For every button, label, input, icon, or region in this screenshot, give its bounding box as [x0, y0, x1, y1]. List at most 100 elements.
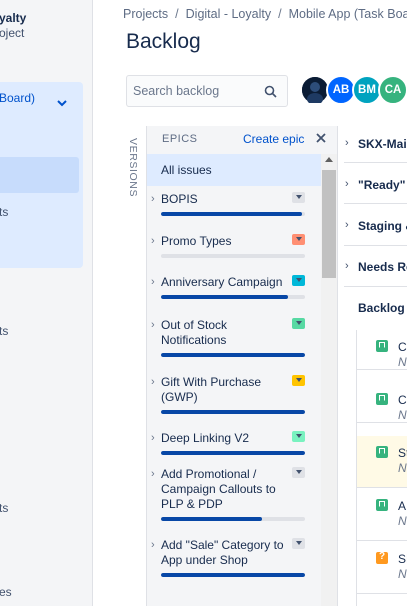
epic-progress-fill: [161, 410, 305, 414]
epic-menu-dropdown[interactable]: [292, 431, 305, 442]
divider: [344, 245, 407, 246]
search-input[interactable]: [127, 76, 267, 106]
epic-menu-dropdown[interactable]: [292, 318, 305, 329]
issue-epic: N: [398, 355, 407, 369]
table-row[interactable]: A N: [357, 489, 407, 541]
sidebar-item-label[interactable]: ts: [0, 324, 8, 338]
epic-item[interactable]: › Add "Sale" Category to App under Shop: [147, 538, 321, 582]
project-type: oject: [0, 26, 25, 40]
epic-name[interactable]: Deep Linking V2: [161, 431, 285, 446]
question-icon: [376, 551, 388, 564]
epics-header: EPICS Create epic: [147, 126, 337, 154]
sidebar-item-label[interactable]: ts: [0, 501, 8, 515]
sprint-name[interactable]: "Ready": [358, 178, 405, 192]
chevron-right-icon[interactable]: ›: [151, 539, 155, 551]
epic-menu-dropdown[interactable]: [292, 467, 305, 478]
chevron-right-icon[interactable]: ›: [345, 178, 349, 190]
epic-name[interactable]: Gift With Purchase (GWP): [161, 375, 285, 405]
epic-name[interactable]: Anniversary Campaign: [161, 275, 285, 290]
search-icon[interactable]: [264, 85, 277, 98]
breadcrumb-projects[interactable]: Projects: [123, 7, 168, 21]
epic-menu-dropdown[interactable]: [292, 538, 305, 549]
sprint-name[interactable]: Needs Re: [358, 260, 407, 274]
epic-item[interactable]: › Deep Linking V2: [147, 431, 321, 460]
epic-item[interactable]: › Out of Stock Notifications: [147, 318, 321, 362]
epic-menu-dropdown[interactable]: [292, 275, 305, 286]
scroll-up-arrow-icon[interactable]: [325, 157, 333, 162]
chevron-right-icon[interactable]: ›: [345, 137, 349, 149]
chevron-right-icon[interactable]: ›: [151, 276, 155, 288]
epic-progress-bar: [161, 410, 305, 414]
issue-summary[interactable]: St: [398, 446, 407, 460]
breadcrumb-project[interactable]: Digital - Loyalty: [186, 7, 271, 21]
sidebar-item-backlog[interactable]: [0, 157, 79, 193]
versions-tab[interactable]: VERSIONS: [127, 138, 141, 198]
chevron-right-icon[interactable]: ›: [151, 319, 155, 331]
chevron-down-icon[interactable]: [55, 96, 69, 110]
chevron-right-icon[interactable]: ›: [151, 432, 155, 444]
divider: [344, 203, 407, 204]
close-icon[interactable]: [315, 132, 327, 144]
table-row[interactable]: C N: [357, 330, 407, 370]
epic-progress-bar: [161, 573, 305, 577]
epic-name[interactable]: Add Promotional / Campaign Callouts to P…: [161, 467, 285, 512]
backlog-issue-list: C N C N St N A N SF N: [356, 330, 407, 606]
chevron-right-icon[interactable]: ›: [151, 235, 155, 247]
epic-item[interactable]: › Add Promotional / Campaign Callouts to …: [147, 467, 321, 526]
table-row[interactable]: SF N: [357, 542, 407, 594]
epic-progress-bar: [161, 254, 305, 258]
issue-summary[interactable]: C: [398, 393, 407, 407]
epic-progress-fill: [161, 451, 305, 455]
epic-progress-fill: [161, 295, 288, 299]
epic-item[interactable]: › BOPIS: [147, 192, 321, 221]
issue-summary[interactable]: C: [398, 340, 407, 354]
sidebar-item-label[interactable]: es: [0, 585, 12, 599]
divider: [344, 286, 407, 287]
epic-name[interactable]: BOPIS: [161, 192, 285, 207]
breadcrumb-board[interactable]: Mobile App (Task Board): [289, 7, 407, 21]
chevron-right-icon[interactable]: ›: [151, 468, 155, 480]
epic-name[interactable]: Add "Sale" Category to App under Shop: [161, 538, 285, 568]
avatar[interactable]: CA: [378, 75, 407, 105]
epic-item[interactable]: › Anniversary Campaign: [147, 275, 321, 304]
epic-progress-bar: [161, 451, 305, 455]
search-box: [126, 75, 288, 107]
chevron-right-icon[interactable]: ›: [345, 260, 349, 272]
chevron-right-icon[interactable]: ›: [151, 376, 155, 388]
backlog-section-title: Backlog: [358, 301, 405, 315]
table-row[interactable]: C N: [357, 383, 407, 423]
epics-list: All issues › BOPIS › Promo Types › Anniversar…: [147, 154, 321, 606]
breadcrumb: Projects / Digital - Loyalty / Mobile App (T…: [123, 7, 407, 21]
project-sidebar: yalty oject Board) ts ts ts es: [0, 0, 93, 606]
epic-progress-fill: [161, 212, 303, 216]
table-row[interactable]: St N: [357, 436, 407, 488]
epic-item[interactable]: › Promo Types: [147, 234, 321, 263]
issue-summary[interactable]: A: [398, 499, 406, 513]
epic-menu-dropdown[interactable]: [292, 234, 305, 245]
all-issues-filter[interactable]: All issues: [147, 154, 321, 186]
epics-scrollbar[interactable]: [321, 154, 337, 606]
issue-summary[interactable]: SF: [398, 552, 407, 566]
chevron-right-icon[interactable]: ›: [151, 193, 155, 205]
epic-progress-fill: [161, 353, 305, 357]
chevron-right-icon[interactable]: ›: [345, 219, 349, 231]
versions-label[interactable]: VERSIONS: [127, 138, 139, 197]
page-title: Backlog: [126, 30, 201, 53]
story-icon: [376, 393, 388, 405]
board-selector[interactable]: Board): [0, 91, 35, 105]
epic-menu-dropdown[interactable]: [292, 375, 305, 386]
epics-title: EPICS: [162, 133, 198, 145]
epic-menu-dropdown[interactable]: [292, 192, 305, 203]
issue-epic: N: [398, 461, 407, 475]
epic-name[interactable]: Out of Stock Notifications: [161, 318, 285, 348]
sprint-name[interactable]: SKX-Main: [358, 137, 407, 151]
sidebar-item-label[interactable]: ts: [0, 205, 8, 219]
create-epic-link[interactable]: Create epic: [243, 132, 304, 146]
breadcrumb-separator: /: [175, 7, 179, 21]
epic-name[interactable]: Promo Types: [161, 234, 285, 249]
scroll-thumb[interactable]: [322, 170, 336, 278]
epic-item[interactable]: › Gift With Purchase (GWP): [147, 375, 321, 419]
divider: [344, 162, 407, 163]
sprint-name[interactable]: Staging &: [358, 219, 407, 233]
epic-progress-fill: [161, 517, 262, 521]
